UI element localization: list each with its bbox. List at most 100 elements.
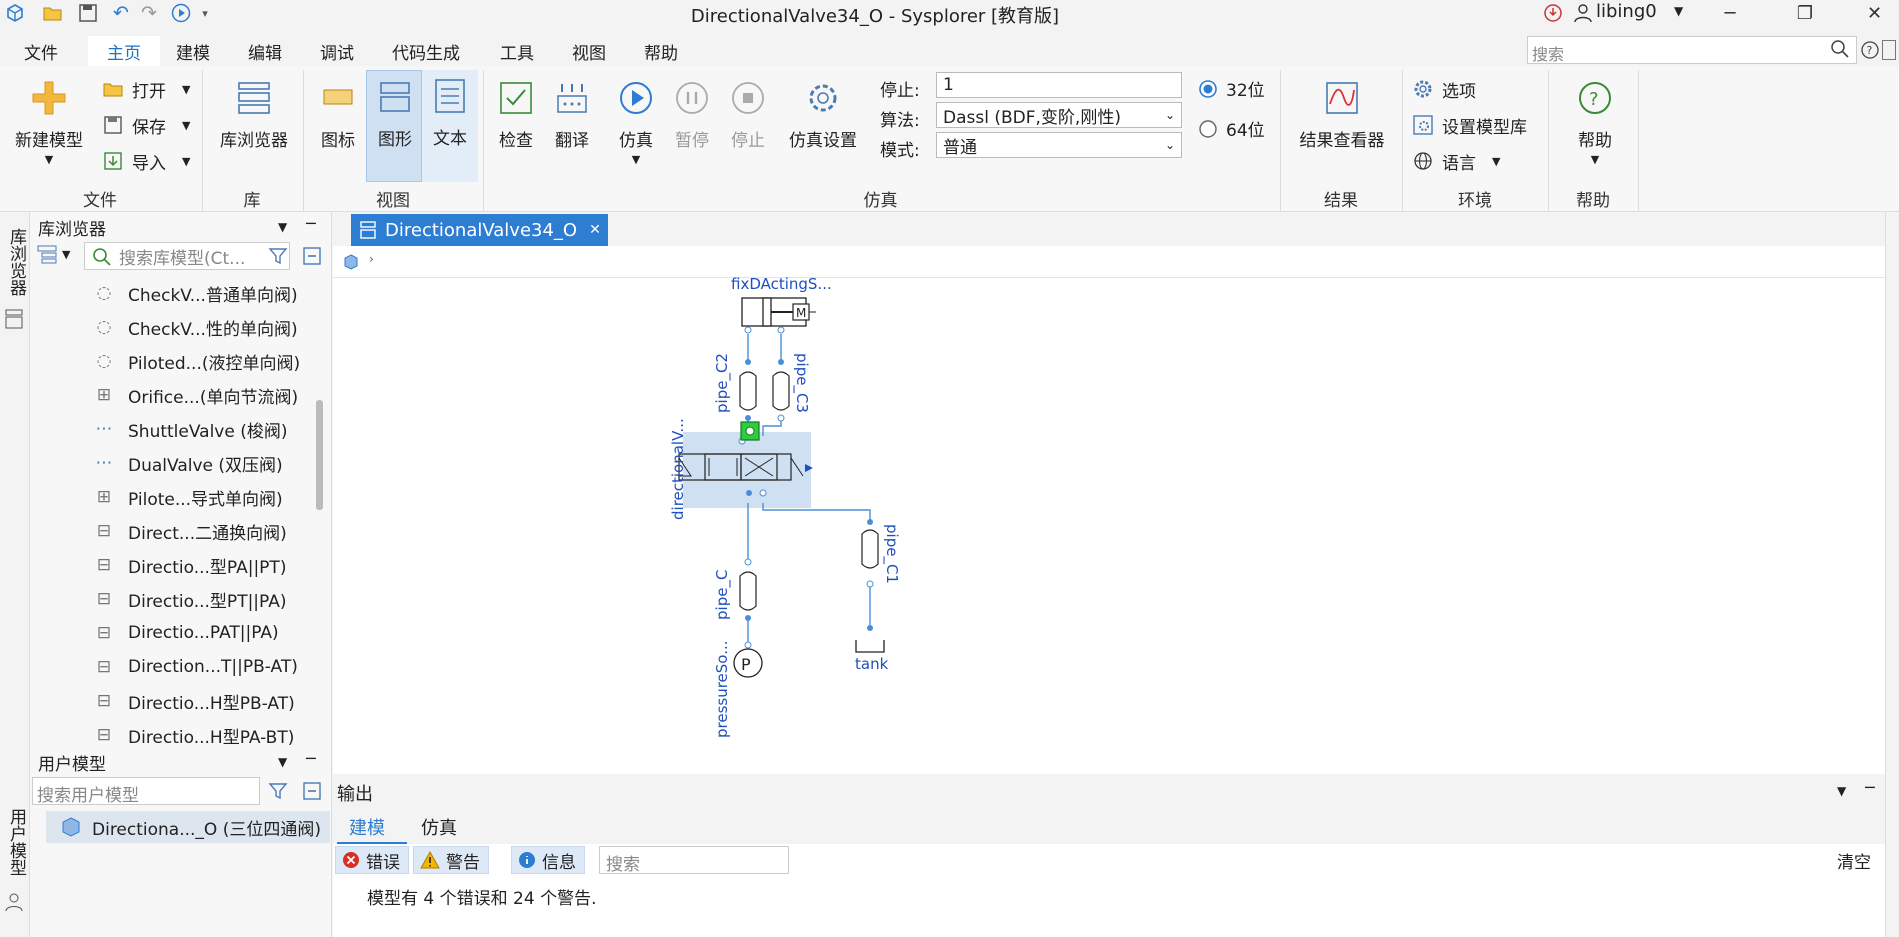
diagram-canvas[interactable]: M P fixDActingS... pipe_C2 pipe_C3 direc… <box>333 275 1885 774</box>
user-panel-minimize-icon[interactable]: ─ <box>306 749 316 768</box>
lib-item[interactable]: ⊞ Pilote...导式单向阀) <box>30 480 320 514</box>
user-dropdown-icon[interactable]: ▼ <box>1674 4 1683 18</box>
user-model-item[interactable]: Directiona..._O (三位四通阀) <box>46 811 330 843</box>
global-search-input[interactable]: 搜索 <box>1527 36 1857 64</box>
result-viewer-button[interactable]: 结果查看器 <box>1290 78 1394 151</box>
output-menu-icon[interactable]: ▼ <box>1837 784 1846 798</box>
user-search-input[interactable]: 搜索用户模型 <box>32 777 260 806</box>
search-icon <box>93 248 111 266</box>
stop-time-input[interactable]: 1 <box>936 72 1182 98</box>
menu-debug[interactable]: 调试 <box>320 36 354 66</box>
notification-icon[interactable] <box>1540 1 1566 25</box>
language-button[interactable]: 语言 ▼ <box>1412 146 1500 176</box>
model-cube-icon[interactable] <box>343 254 359 274</box>
diagram-view-button[interactable]: 图形 <box>366 70 422 182</box>
menu-view[interactable]: 视图 <box>572 36 606 66</box>
set-model-lib-button[interactable]: 设置模型库 <box>1412 110 1527 140</box>
sim-settings-button[interactable]: 仿真设置 <box>782 78 864 151</box>
library-browser-button[interactable]: 库浏览器 <box>212 78 296 151</box>
lib-item-label: DualValve (双压阀) <box>128 455 283 476</box>
lib-item[interactable]: ⋯ DualValve (双压阀) <box>30 446 320 480</box>
filter-icon[interactable] <box>268 246 288 270</box>
output-minimize-icon[interactable]: ─ <box>1865 778 1875 797</box>
help-circle-icon[interactable]: ? <box>1860 40 1880 60</box>
lib-item[interactable]: ⋯ ShuttleValve (梭阀) <box>30 412 320 446</box>
import-button[interactable]: 导入 ▼ <box>102 146 190 176</box>
user-panel-menu-icon[interactable]: ▼ <box>278 755 287 769</box>
user-name[interactable]: libing0 <box>1596 1 1657 22</box>
pause-button[interactable]: 暂停 <box>666 78 718 151</box>
pipe-c3-component[interactable] <box>772 359 790 422</box>
user-models-side-tab[interactable]: 用户模型 <box>4 808 29 876</box>
algorithm-select[interactable]: Dassl (BDF,变阶,刚性) ⌄ <box>936 102 1182 128</box>
cylinder-component[interactable]: M <box>741 297 816 327</box>
pipe-c-component[interactable] <box>739 558 757 621</box>
open-button[interactable]: 打开 ▼ <box>102 74 190 104</box>
document-tab[interactable]: DirectionalValve34_O ✕ <box>351 214 608 246</box>
new-model-button[interactable]: 新建模型 ▼ <box>6 78 92 166</box>
collapse-all-icon[interactable] <box>302 246 322 270</box>
lib-item-label: ShuttleValve (梭阀) <box>128 421 288 442</box>
collapse-all-icon[interactable] <box>302 781 322 805</box>
lib-item[interactable]: ⊞ Orifice...(单向节流阀) <box>30 378 320 412</box>
output-panel: 输出 ▼ ─ 建模 仿真 错误 警告 信息 搜索 清空 模型有 4 个错误和 2… <box>333 774 1885 937</box>
language-dropdown-icon: ▼ <box>1492 154 1501 168</box>
ribbon: 新建模型 ▼ 打开 ▼ 保存 ▼ 导入 ▼ 文件 库浏览器 库 图标 图形 文本… <box>0 66 1899 212</box>
restore-button[interactable]: ❐ <box>1775 0 1835 26</box>
lib-item[interactable]: ⊟ Direct...二通换向阀) <box>30 514 320 548</box>
lib-search-input[interactable]: 搜索库模型(Ct... <box>84 242 290 270</box>
mode-select[interactable]: 普通 ⌄ <box>936 132 1182 158</box>
close-window-button[interactable]: ✕ <box>1850 0 1899 26</box>
bit64-radio[interactable]: 64位 <box>1198 116 1265 141</box>
menu-file[interactable]: 文件 <box>24 36 58 66</box>
menu-edit[interactable]: 编辑 <box>248 36 282 66</box>
lib-item[interactable]: ⊟ Directio...型PT||PA) <box>30 582 320 616</box>
lib-item[interactable]: ⊟ Directio...H型PA-BT) <box>30 718 320 747</box>
lib-item[interactable]: ◌ Piloted...(液控单向阀) <box>30 344 320 378</box>
panel-toggle-icon[interactable] <box>1882 40 1896 60</box>
save-button[interactable]: 保存 ▼ <box>102 110 190 140</box>
options-button[interactable]: 选项 <box>1412 74 1476 104</box>
lib-item[interactable]: ◌ CheckV...性的单向阀) <box>30 310 320 344</box>
lib-scrollbar-thumb[interactable] <box>316 400 323 510</box>
tank-component[interactable] <box>855 625 885 653</box>
pipe-c1-component[interactable] <box>861 519 879 588</box>
clear-button[interactable]: 清空 <box>1837 848 1871 873</box>
warnings-filter-button[interactable]: 警告 <box>413 846 489 874</box>
translate-button[interactable]: 翻译 <box>546 78 598 151</box>
menu-modeling[interactable]: 建模 <box>176 36 210 66</box>
stop-button[interactable]: 停止 <box>722 78 774 151</box>
menu-tools[interactable]: 工具 <box>500 36 534 66</box>
tab-simulation[interactable]: 仿真 <box>421 814 457 840</box>
lib-panel-menu-icon[interactable]: ▼ <box>278 220 287 234</box>
filter-icon[interactable] <box>268 781 288 805</box>
menu-codegen[interactable]: 代码生成 <box>392 36 460 66</box>
close-tab-icon[interactable]: ✕ <box>589 222 601 238</box>
pressure-source-component[interactable]: P <box>733 641 763 678</box>
lib-view-mode-button[interactable]: ▼ <box>36 244 70 264</box>
help-button[interactable]: ? 帮助 ▼ <box>1560 78 1630 166</box>
output-search-input[interactable]: 搜索 <box>599 846 789 875</box>
bit32-radio[interactable]: 32位 <box>1198 76 1265 101</box>
lib-item[interactable]: ⊟ Directio...型PA||PT) <box>30 548 320 582</box>
lib-item[interactable]: ⊟ Directio...H型PB-AT) <box>30 684 320 718</box>
user-icon[interactable] <box>1570 1 1596 25</box>
lib-panel-minimize-icon[interactable]: ─ <box>306 214 316 233</box>
lib-item[interactable]: ⊟ Direction...T||PB-AT) <box>30 650 320 684</box>
text-view-button[interactable]: 文本 <box>422 70 478 182</box>
errors-filter-button[interactable]: 错误 <box>335 846 409 874</box>
simulate-button[interactable]: 仿真 ▼ <box>610 78 662 166</box>
lib-item[interactable]: ◌ CheckV...普通单向阀) <box>30 276 320 310</box>
check-valve-icon: ◌ <box>96 317 112 337</box>
check-button[interactable]: 检查 <box>490 78 542 151</box>
pipe-c2-component[interactable] <box>739 359 757 421</box>
radio-checked-icon <box>1199 79 1217 98</box>
menu-help[interactable]: 帮助 <box>644 36 678 66</box>
info-filter-button[interactable]: 信息 <box>511 846 585 874</box>
lib-browser-side-tab[interactable]: 库浏览器 <box>4 228 29 296</box>
tab-modeling[interactable]: 建模 <box>349 814 385 840</box>
icon-view-button[interactable]: 图标 <box>310 78 366 151</box>
minimize-button[interactable]: ─ <box>1700 0 1760 26</box>
lib-item[interactable]: ⊟ Directio...PAT||PA) <box>30 616 320 650</box>
menu-home[interactable]: 主页 <box>88 36 160 66</box>
